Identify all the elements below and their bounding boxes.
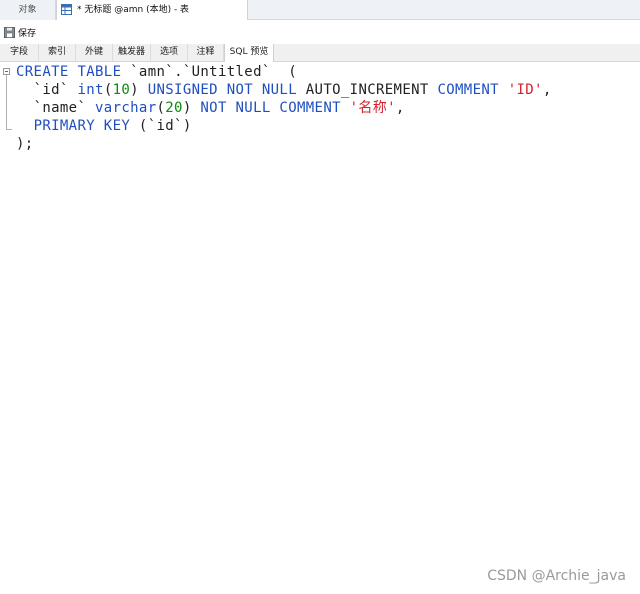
toolbar: 保存 (0, 20, 640, 44)
tab-title: * 无标题 @amn (本地) - 表 (77, 5, 190, 15)
code-line-3: `name` varchar(20) NOT NULL COMMENT '名称'… (16, 99, 405, 117)
fold-gutter (0, 62, 14, 594)
save-button-label: 保存 (18, 28, 37, 39)
tab-sql-preview[interactable]: SQL 预览 (224, 44, 274, 62)
code-line-5: ); (16, 135, 34, 153)
table-icon (61, 4, 72, 15)
fold-end (6, 129, 12, 130)
keyword-create: CREATE (16, 64, 69, 80)
tab-triggers[interactable]: 触发器 (113, 44, 151, 61)
save-button[interactable]: 保存 (4, 25, 36, 39)
fold-toggle-icon[interactable] (3, 68, 10, 75)
keyword-comment: COMMENT (437, 82, 499, 98)
table-name: `Untitled` (182, 64, 271, 80)
length-20: 20 (165, 100, 183, 116)
open-paren: ( (288, 64, 297, 80)
tab-indexes[interactable]: 索引 (39, 44, 76, 61)
comment-name: '名称' (349, 100, 396, 116)
document-tab-bar: 对象 * 无标题 @amn (本地) - 表 (0, 0, 640, 21)
keyword-primary: PRIMARY (33, 118, 96, 134)
type-int: int (77, 82, 104, 98)
keyword-null: NULL (261, 82, 297, 98)
sql-preview-editor[interactable]: CREATE TABLE `amn`.`Untitled` ( `id` int… (0, 62, 640, 594)
code-line-2: `id` int(10) UNSIGNED NOT NULL AUTO_INCR… (16, 81, 552, 99)
code-line-4: PRIMARY KEY (`id`) (16, 117, 192, 135)
close-statement: ); (16, 136, 34, 152)
primary-key-columns: (`id`) (138, 118, 192, 134)
tab-comments[interactable]: 注释 (188, 44, 224, 61)
keyword-not: NOT (226, 82, 254, 98)
table-designer-window: 对象 * 无标题 @amn (本地) - 表 保存 字段 索引 外键 触发器 选… (0, 0, 640, 594)
tab-objects[interactable]: 对象 (0, 0, 56, 20)
fold-line (6, 75, 7, 130)
save-icon (4, 26, 15, 38)
keyword-comment: COMMENT (279, 100, 341, 116)
column-id: `id` (33, 82, 69, 98)
auto-increment: AUTO_INCREMENT (305, 82, 429, 98)
length-10: 10 (112, 82, 131, 98)
tab-untitled-table[interactable]: * 无标题 @amn (本地) - 表 (56, 0, 248, 21)
keyword-unsigned: UNSIGNED (147, 82, 218, 98)
watermark: CSDN @Archie_java (487, 568, 626, 584)
keyword-table: TABLE (77, 64, 122, 80)
type-varchar: varchar (95, 100, 157, 116)
dot: . (174, 64, 183, 80)
tab-foreign-keys[interactable]: 外键 (76, 44, 113, 61)
keyword-null: NULL (235, 100, 271, 116)
code-line-1: CREATE TABLE `amn`.`Untitled` ( (16, 63, 297, 81)
comma: , (542, 82, 552, 98)
tab-options[interactable]: 选项 (151, 44, 188, 61)
schema-name: `amn` (130, 64, 175, 80)
rparen: ) (182, 100, 192, 116)
designer-tab-bar: 字段 索引 外键 触发器 选项 注释 SQL 预览 (0, 44, 640, 62)
comma: , (395, 100, 405, 116)
tab-fields[interactable]: 字段 (0, 44, 39, 61)
lparen: ( (156, 100, 166, 116)
rparen: ) (130, 82, 139, 98)
comment-id: 'ID' (507, 82, 543, 98)
column-name: `name` (33, 100, 87, 116)
lparen: ( (103, 82, 113, 98)
keyword-key: KEY (103, 118, 131, 134)
keyword-not: NOT (200, 100, 227, 116)
